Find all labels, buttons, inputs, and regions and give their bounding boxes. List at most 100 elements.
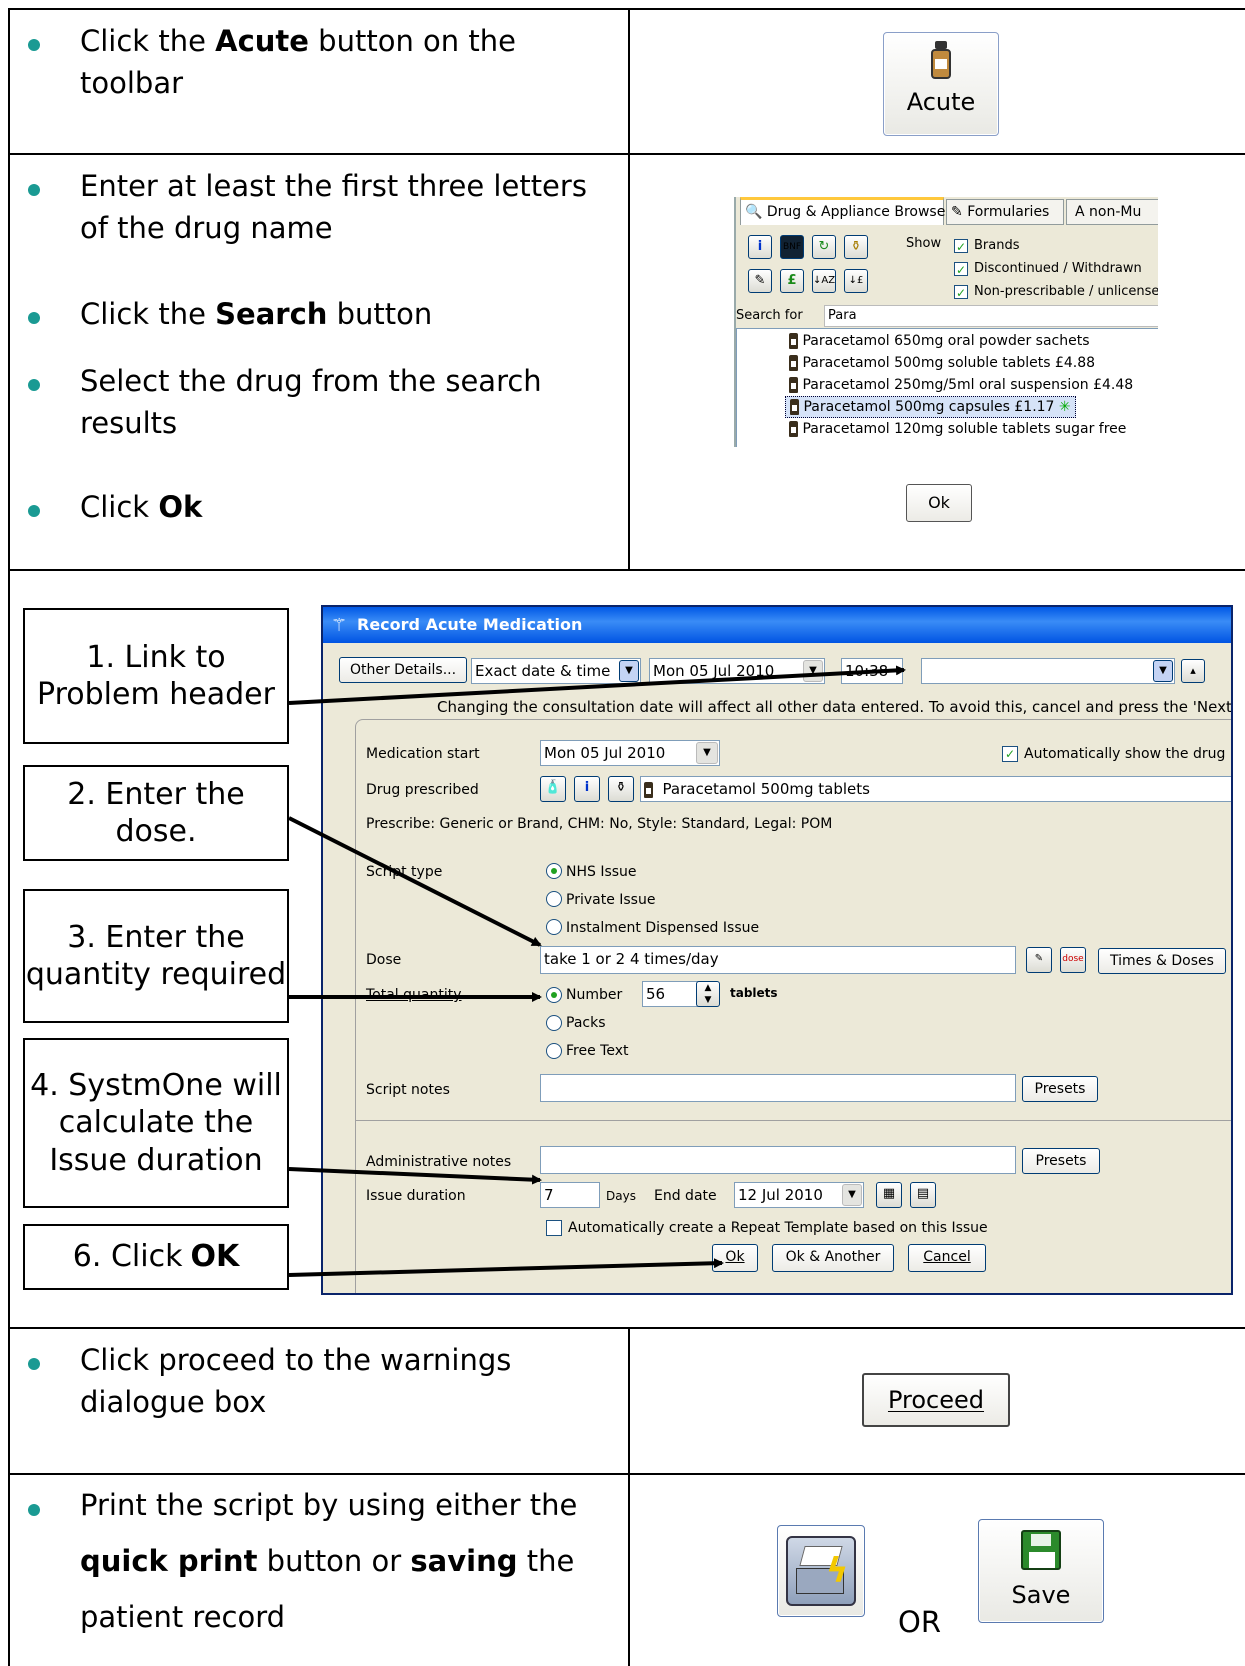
medication-start-field[interactable]: Mon 05 Jul 2010: [540, 740, 720, 766]
tab-drug-browser[interactable]: 🔍 Drug & Appliance Browser: [740, 197, 951, 225]
dose-edit-icon[interactable]: ✎: [1026, 947, 1052, 973]
info-icon[interactable]: i: [748, 235, 772, 259]
non-prescribable-checkbox[interactable]: ✓: [954, 285, 968, 300]
drug-prescribed-field[interactable]: Paracetamol 500mg tablets: [640, 776, 1231, 802]
date-mode-select[interactable]: Exact date & time: [471, 658, 641, 684]
auto-show-drug-checkbox[interactable]: ✓: [1002, 746, 1018, 762]
script-notes-presets-button[interactable]: Presets: [1022, 1076, 1098, 1102]
chevron-down-icon[interactable]: ▼: [1153, 660, 1173, 682]
chevron-down-icon[interactable]: ▼: [842, 1184, 862, 1206]
bullet-dot: [28, 39, 40, 51]
medication-form-panel: Medication start Mon 05 Jul 2010 ▼ ✓ Aut…: [355, 719, 1231, 1293]
issue-duration-input[interactable]: 7: [540, 1182, 600, 1208]
days-label: Days: [606, 1189, 636, 1203]
list-item-selected[interactable]: Paracetamol 500mg capsules £1.17 ✳: [785, 396, 1076, 419]
acute-button[interactable]: Acute: [883, 32, 999, 136]
callout-enter-quantity: 3. Enter the quantity required: [23, 889, 289, 1023]
prescribe-info: Prescribe: Generic or Brand, CHM: No, St…: [366, 816, 833, 832]
search-results-list[interactable]: Paracetamol 650mg oral powder sachets Pa…: [736, 328, 1158, 447]
callout-link-problem: 1. Link to Problem header: [23, 608, 289, 744]
formulary-star-icon: ✳: [1058, 399, 1071, 415]
bottle-tag-icon[interactable]: ⚱: [844, 235, 868, 259]
list-item[interactable]: Paracetamol 120mg soluble tablets sugar …: [789, 419, 1126, 439]
bullet-text: Click the Acute button on the toolbar: [80, 24, 516, 101]
problem-header-button[interactable]: ▴: [1181, 659, 1205, 683]
bullet-item: Enter at least the first three letters o…: [28, 165, 608, 249]
chevron-down-icon[interactable]: ▼: [619, 660, 639, 682]
nhs-issue-radio[interactable]: [546, 863, 562, 879]
bullet-text: Click the Search button: [80, 297, 433, 331]
calculator-icon[interactable]: ▤: [910, 1182, 936, 1208]
list-item[interactable]: Paracetamol 250mg/5ml oral suspension £4…: [789, 375, 1133, 395]
tab-formularies[interactable]: ✎ Formularies: [946, 199, 1064, 225]
times-doses-button[interactable]: Times & Doses: [1098, 948, 1226, 974]
callout-click-ok: 6. Click OK: [23, 1224, 289, 1290]
consultation-date-field[interactable]: Mon 05 Jul 2010: [649, 658, 825, 684]
number-radio[interactable]: [546, 987, 562, 1003]
chevron-down-icon[interactable]: ▼: [696, 742, 718, 764]
tab-non-mu[interactable]: A non-Mu: [1066, 199, 1158, 225]
step-screenshot: 🔍 Drug & Appliance Browser ✎ Formularies…: [630, 155, 1245, 569]
search-input[interactable]: Para: [824, 305, 1158, 327]
end-date-label: End date: [654, 1188, 717, 1204]
dialog-cancel-button[interactable]: Cancel: [908, 1244, 986, 1272]
bullet-item: Print the script by using either the qui…: [28, 1485, 608, 1645]
sort-az-icon[interactable]: ↓AZ: [812, 269, 836, 293]
bullet-text: Print the script by using either the qui…: [80, 1488, 578, 1634]
auto-repeat-checkbox[interactable]: [546, 1220, 562, 1236]
step-row-acute: Click the Acute button on the toolbar Ac…: [8, 8, 1245, 153]
bullet-dot: [28, 1358, 40, 1370]
admin-notes-presets-button[interactable]: Presets: [1022, 1148, 1100, 1174]
free-text-radio[interactable]: [546, 1043, 562, 1059]
sort-price-icon[interactable]: ↓£: [844, 269, 868, 293]
info-icon[interactable]: i: [574, 776, 600, 802]
quick-print-button[interactable]: ϟ: [777, 1525, 865, 1617]
quantity-input[interactable]: 56: [642, 981, 702, 1007]
medicine-bottle-icon: [789, 355, 798, 371]
bullet-dot: [28, 379, 40, 391]
brands-checkbox[interactable]: ✓: [954, 239, 968, 254]
bullet-item: Click the Acute button on the toolbar: [28, 20, 608, 104]
problem-link-select[interactable]: [921, 658, 1175, 684]
admin-notes-input[interactable]: [540, 1146, 1016, 1174]
consultation-time-field[interactable]: 10:38: [841, 658, 903, 684]
number-radio-label: Number: [566, 987, 623, 1003]
drug-browser-panel: 🔍 Drug & Appliance Browser ✎ Formularies…: [734, 197, 1158, 447]
ok-button[interactable]: Ok: [906, 484, 972, 522]
packs-radio[interactable]: [546, 1015, 562, 1031]
instalment-issue-radio[interactable]: [546, 919, 562, 935]
browser-tabs: 🔍 Drug & Appliance Browser ✎ Formularies…: [736, 197, 1158, 225]
bottle-alt-icon[interactable]: ⚱: [608, 776, 634, 802]
admin-notes-label: Administrative notes: [366, 1154, 512, 1170]
step-screenshot: Proceed: [630, 1329, 1245, 1473]
discontinued-checkbox-label: Discontinued / Withdrawn: [974, 261, 1142, 276]
list-item[interactable]: Paracetamol 500mg soluble tablets £4.88: [789, 353, 1095, 373]
proceed-button[interactable]: Proceed: [862, 1373, 1010, 1427]
quantity-unit: tablets: [730, 986, 778, 1000]
dialog-app-icon: ⚚: [331, 615, 348, 636]
discontinued-checkbox[interactable]: ✓: [954, 262, 968, 277]
list-item[interactable]: Paracetamol 650mg oral powder sachets: [789, 331, 1090, 351]
pound-icon[interactable]: £: [780, 269, 804, 293]
dialog-ok-button[interactable]: Ok: [712, 1244, 758, 1272]
step-instructions: Click proceed to the warnings dialogue b…: [10, 1329, 630, 1473]
floppy-disk-icon: [1021, 1530, 1061, 1570]
dose-calc-icon[interactable]: dose: [1060, 947, 1086, 973]
calendar-icon[interactable]: ▦: [876, 1182, 902, 1208]
syringe-icon[interactable]: ✎: [748, 269, 772, 293]
private-issue-radio[interactable]: [546, 891, 562, 907]
other-details-button[interactable]: Other Details...: [339, 657, 467, 683]
ok-another-button[interactable]: Ok & Another: [772, 1244, 894, 1272]
dose-input[interactable]: take 1 or 2 4 times/day: [540, 946, 1016, 974]
bnf-icon[interactable]: BNF: [780, 235, 804, 259]
save-button[interactable]: Save: [978, 1519, 1104, 1623]
quantity-stepper[interactable]: ▲ ▼: [696, 981, 720, 1007]
refresh-icon[interactable]: ↻: [812, 235, 836, 259]
bullet-item: Click Ok: [28, 486, 608, 528]
browser-toolbar: i BNF ↻ ⚱ ✎ £ ↓AZ ↓£: [740, 227, 880, 297]
script-notes-input[interactable]: [540, 1074, 1016, 1102]
chevron-down-icon[interactable]: ▼: [803, 660, 823, 682]
packs-radio-label: Packs: [566, 1015, 606, 1031]
medicine-bottle-icon: [644, 781, 653, 798]
bottle-icon[interactable]: 🧴: [540, 776, 566, 802]
